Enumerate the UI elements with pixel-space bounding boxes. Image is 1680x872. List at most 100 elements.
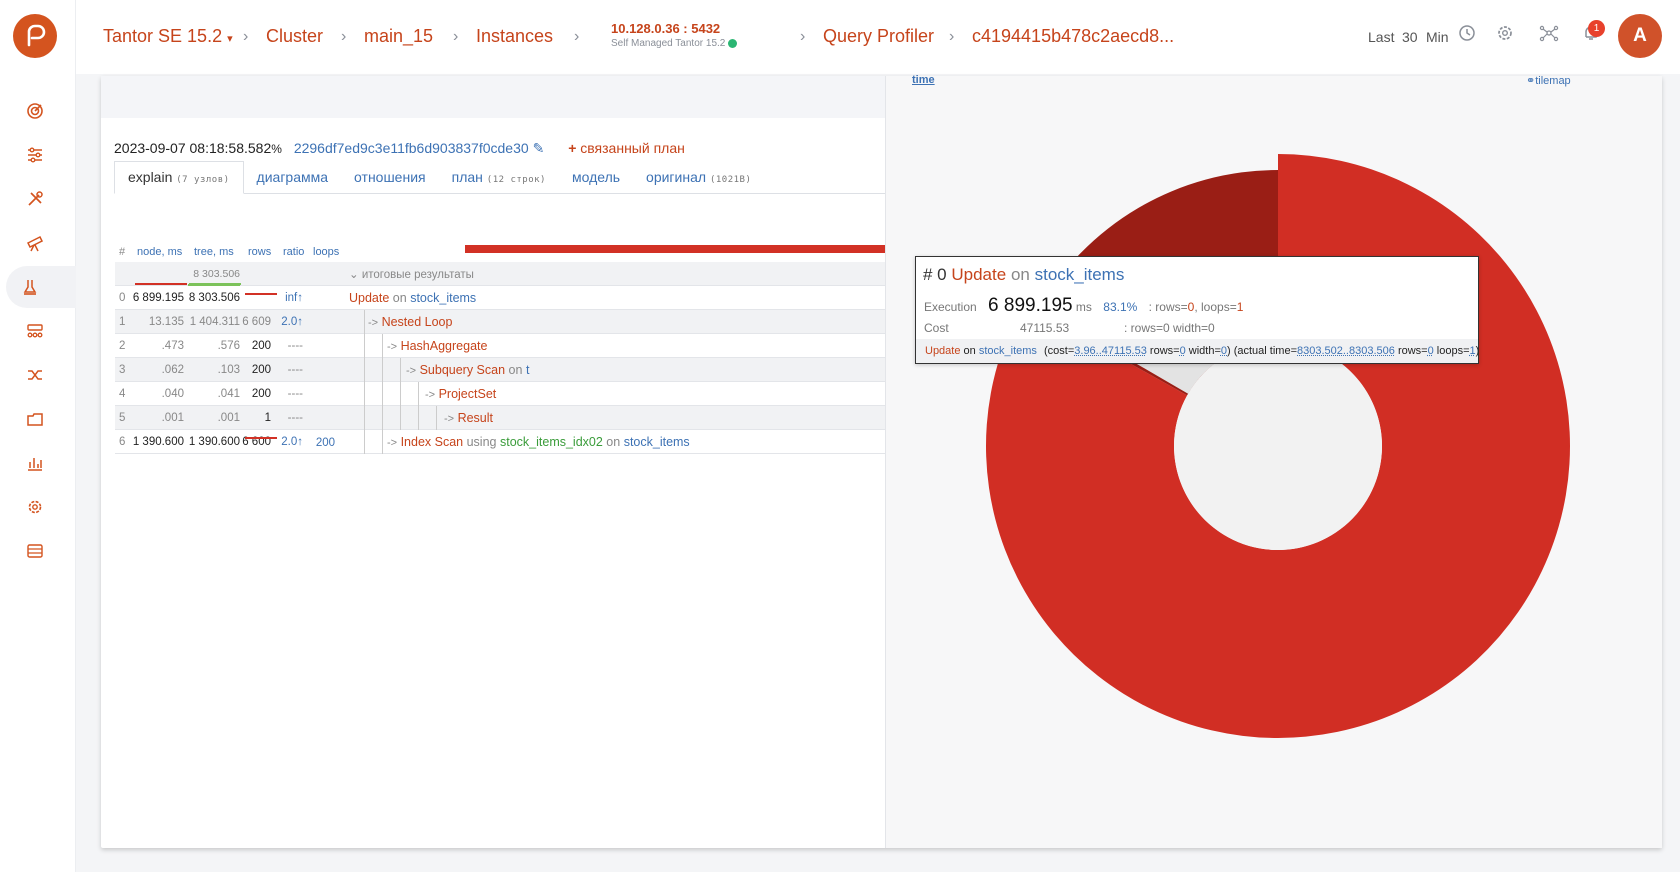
- sidebar: [0, 0, 76, 872]
- col-node-ms[interactable]: node, ms: [137, 246, 182, 258]
- tree-arrow: ->: [387, 341, 398, 353]
- table-row[interactable]: 61 390.600 1 390.600 6 600 2.0↑ 200 -> Index …: [115, 430, 885, 454]
- breadcrumb-query-id[interactable]: c4194415b478c2aecd8...: [972, 26, 1174, 47]
- plan-timestamp: 2023-09-07 08:18:58.582: [114, 140, 272, 156]
- tree-indent-line: [418, 406, 419, 430]
- plan-node[interactable]: -> Result: [444, 411, 493, 425]
- node-relation: t: [525, 363, 530, 377]
- row-node-ms: 1 390.600: [132, 436, 184, 448]
- bar-chart-icon[interactable]: [20, 448, 50, 478]
- database-list-icon[interactable]: [20, 536, 50, 566]
- row-node-ms: .473: [161, 340, 184, 352]
- sunburst-chart[interactable]: [886, 76, 1662, 848]
- chevron-down-icon: ▾: [227, 33, 233, 45]
- plan-node[interactable]: -> HashAggregate: [387, 339, 487, 353]
- tree-indent-line: [418, 382, 419, 406]
- gear-icon[interactable]: [20, 492, 50, 522]
- col-ratio[interactable]: ratio: [283, 246, 304, 258]
- node-operation: Index Scan: [400, 435, 464, 449]
- tab-diagram[interactable]: диаграмма: [244, 162, 342, 195]
- tab-relations[interactable]: отношения: [341, 162, 439, 195]
- row-rows: 6 609: [242, 316, 271, 328]
- row-ratio: 2.0↑: [281, 436, 303, 448]
- tree-indent-line: [364, 334, 365, 358]
- tab-explain[interactable]: explain (7 узлов): [114, 161, 244, 194]
- col-num: #: [119, 246, 126, 258]
- tab-original[interactable]: оригинал (1021B): [633, 162, 764, 195]
- node-on: on: [606, 435, 621, 449]
- link-icon[interactable]: %: [271, 142, 282, 156]
- shuffle-icon[interactable]: [20, 360, 50, 390]
- telescope-icon[interactable]: [20, 228, 50, 258]
- table-row[interactable]: 3.062.103 200 ---- -> Subquery Scan on t: [115, 358, 885, 382]
- plan-tabs: explain (7 узлов) диаграмма отношения план …: [114, 161, 885, 194]
- left-header-band: [101, 76, 885, 118]
- plan-node[interactable]: -> Index Scan using stock_items_idx02 on…: [387, 435, 690, 449]
- node-relation: stock_items: [623, 435, 690, 449]
- plan-hash[interactable]: 2296df7ed9c3e11fb6d903837f0cde30: [294, 140, 529, 156]
- folders-icon[interactable]: [20, 404, 50, 434]
- breadcrumb-product[interactable]: Tantor SE 15.2 ▾: [103, 26, 233, 47]
- pencil-icon[interactable]: ✎: [533, 140, 545, 156]
- breadcrumb-host[interactable]: 10.128.0.36 : 5432: [611, 21, 720, 36]
- col-tree-ms[interactable]: tree, ms: [194, 246, 234, 258]
- tree-arrow: ->: [444, 413, 455, 425]
- col-rows[interactable]: rows: [248, 246, 271, 258]
- row-ratio: ----: [287, 388, 303, 400]
- tab-model[interactable]: модель: [559, 162, 633, 195]
- settings-gear-icon[interactable]: [1493, 24, 1517, 48]
- col-loops[interactable]: loops: [313, 246, 339, 258]
- plan-node[interactable]: Update on stock_items: [349, 291, 476, 305]
- table-row[interactable]: 2.473.576 200 ---- -> HashAggregate: [115, 334, 885, 358]
- dashboard-icon[interactable]: [20, 96, 50, 126]
- time-range-value[interactable]: 30: [1402, 29, 1418, 45]
- breadcrumb-separator-icon: ›: [574, 28, 580, 45]
- user-avatar[interactable]: A: [1618, 14, 1662, 58]
- node-relation: stock_items: [410, 291, 477, 305]
- time-indicator-bar: [245, 437, 277, 439]
- query-profiler-icon[interactable]: [6, 266, 76, 308]
- row-node-ms: 13.135: [148, 316, 184, 328]
- tooltip-title: # 0 Update on stock_items: [923, 265, 1125, 284]
- node-tooltip: # 0 Update on stock_items Execution 6 89…: [915, 256, 1479, 364]
- row-rows: 200: [251, 364, 271, 376]
- cluster-icon[interactable]: [20, 316, 50, 346]
- app-logo[interactable]: [13, 14, 57, 58]
- node-operation: HashAggregate: [400, 339, 488, 353]
- breadcrumb-db[interactable]: main_15: [364, 26, 433, 47]
- table-row[interactable]: 5.001.001 1 ---- -> Result: [115, 406, 885, 430]
- breadcrumb-instances[interactable]: Instances: [476, 26, 553, 47]
- plus-icon: +: [568, 140, 577, 156]
- clock-icon[interactable]: [1455, 24, 1479, 48]
- plan-node[interactable]: -> Nested Loop: [368, 315, 452, 329]
- tools-icon[interactable]: [20, 184, 50, 214]
- summary-label[interactable]: ⌄ итоговые результаты: [349, 267, 474, 281]
- row-node-ms: 6 899.195: [132, 292, 184, 304]
- chart-pane: time ⚭tilemap: [886, 74, 1662, 848]
- plan-header: 2023-09-07 08:18:58.582% 2296df7ed9c3e11…: [114, 140, 685, 157]
- plan-node[interactable]: -> ProjectSet: [425, 387, 496, 401]
- time-range-unit[interactable]: Min: [1426, 29, 1449, 45]
- tooltip-execution: Execution 6 899.195 ms 83.1% : rows=0, l…: [924, 295, 1244, 316]
- node-operation: Subquery Scan: [419, 363, 506, 377]
- table-row[interactable]: 1 13.135 1 404.311 6 609 2.0↑ -> Nested Loop: [115, 310, 885, 334]
- tree-indent-line: [400, 382, 401, 406]
- settings-sliders-icon[interactable]: [20, 140, 50, 170]
- linked-plan-button[interactable]: + связанный план: [568, 140, 685, 156]
- breadcrumb-separator-icon: ›: [243, 28, 249, 45]
- breadcrumb-cluster[interactable]: Cluster: [266, 26, 323, 47]
- network-icon[interactable]: [1537, 24, 1561, 48]
- tree-indent-line: [382, 334, 383, 358]
- node-operation: Nested Loop: [381, 315, 453, 329]
- tree-indent-line: [364, 358, 365, 382]
- row-node-ms: .001: [161, 412, 184, 424]
- plan-node[interactable]: -> Subquery Scan on t: [406, 363, 529, 377]
- table-row[interactable]: 06 899.195 8 303.506 inf↑ Update on stock_i…: [115, 286, 885, 310]
- time-range-last[interactable]: Last: [1368, 29, 1394, 45]
- table-row[interactable]: 4.040.041 200 ---- -> ProjectSet: [115, 382, 885, 406]
- breadcrumb-profiler[interactable]: Query Profiler: [823, 26, 934, 47]
- tree-indent-line: [436, 406, 437, 430]
- logo-icon: [27, 24, 46, 47]
- tab-plan[interactable]: план (12 строк): [439, 162, 559, 195]
- time-indicator-bar: [135, 283, 187, 285]
